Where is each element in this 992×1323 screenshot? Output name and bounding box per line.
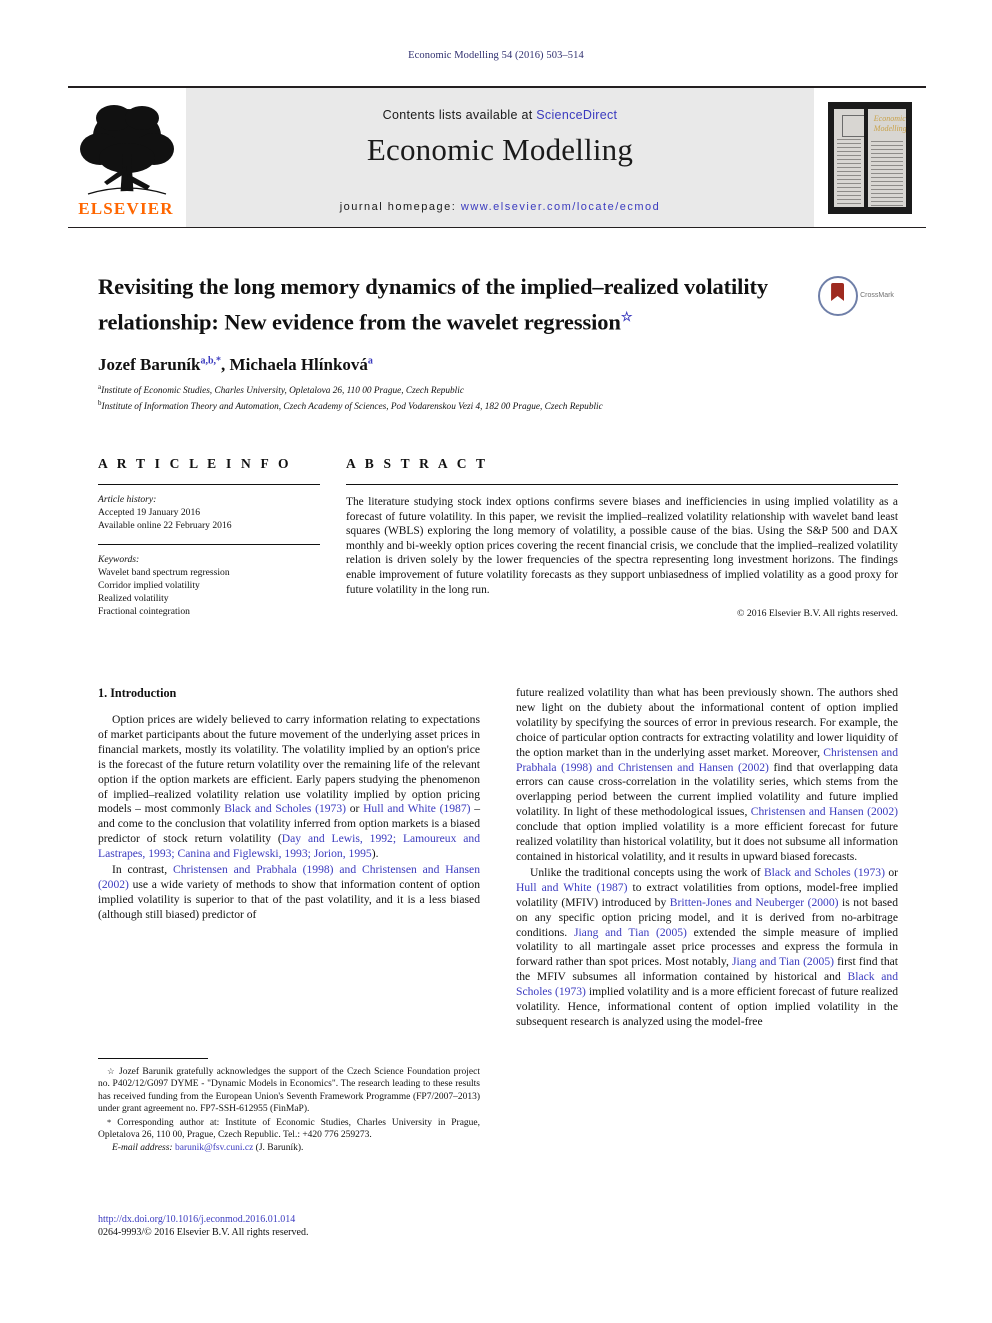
article-history-label: Article history: [98, 494, 157, 505]
affiliation-a: aInstitute of Economic Studies, Charles … [98, 381, 838, 398]
running-head: Economic Modelling 54 (2016) 503–514 [408, 50, 584, 61]
elsevier-logo-block: ELSEVIER [68, 88, 186, 227]
title-block: Revisiting the long memory dynamics of t… [98, 272, 894, 414]
keyword-item: Realized volatility [98, 593, 169, 604]
homepage-label: journal homepage: [339, 201, 457, 213]
citation-link[interactable]: Black and Scholes (1973) [764, 866, 885, 879]
elsevier-wordmark: ELSEVIER [78, 199, 174, 218]
paragraph-text: or [346, 802, 364, 816]
crossmark-badge-group[interactable]: CrossMark [817, 276, 895, 320]
body-column-left: 1. Introduction Option prices are widely… [98, 686, 480, 924]
sciencedirect-link[interactable]: ScienceDirect [536, 108, 617, 122]
cover-elsevier-mark-icon [842, 114, 864, 137]
citation-link[interactable]: Hull and White (1987) [516, 881, 627, 894]
footnote-acknowledgement-text: Jozef Barunik gratefully acknowledges th… [98, 1067, 481, 1115]
article-info-heading: A R T I C L E I N F O [98, 456, 292, 471]
email-label: E-mail address: [112, 1143, 173, 1154]
journal-cover-thumbnail: Economic Modelling [828, 101, 912, 214]
citation-link[interactable]: Jiang and Tian (2005) [574, 926, 687, 939]
paragraph-text: Unlike the traditional concepts using th… [530, 865, 764, 879]
article-history-item: Available online 22 February 2016 [98, 520, 232, 531]
page-footer: http://dx.doi.org/10.1016/j.econmod.2016… [98, 1213, 598, 1239]
journal-title: Economic Modelling [366, 132, 634, 167]
title-footnote-star-icon[interactable]: ☆ [621, 309, 633, 324]
issn-copyright-line: 0264-9993/© 2016 Elsevier B.V. All right… [98, 1227, 309, 1238]
contents-available-line: Contents lists available at ScienceDirec… [186, 108, 814, 122]
citation-link[interactable]: Hull and White (1987) [363, 802, 470, 815]
citation-link[interactable]: Jiang and Tian (2005) [732, 955, 834, 968]
citation-link[interactable]: Britten-Jones and Neuberger (2000) [670, 896, 839, 909]
footnote-corresponding-author: * Corresponding author at: Institute of … [98, 1116, 480, 1142]
affiliation-a-text: Institute of Economic Studies, Charles U… [101, 385, 464, 396]
abstract-column: A B S T R A C T The literature studying … [346, 456, 898, 619]
footnote-asterisk-icon: * [107, 1116, 112, 1127]
keywords-rule [98, 544, 320, 545]
doi-link[interactable]: http://dx.doi.org/10.1016/j.econmod.2016… [98, 1213, 598, 1226]
section-heading-introduction: 1. Introduction [98, 686, 177, 700]
cover-right-column: Economic Modelling [867, 108, 906, 207]
body-paragraph: Unlike the traditional concepts using th… [516, 866, 898, 1030]
email-link[interactable]: barunik@fsv.cuni.cz [175, 1143, 253, 1153]
article-info-column: A R T I C L E I N F O Article history: A… [98, 456, 320, 618]
cover-left-lines [837, 138, 861, 207]
cover-toc-lines [870, 140, 903, 207]
author-1-affil-marks: a,b,* [200, 354, 222, 366]
abstract-text: The literature studying stock index opti… [346, 496, 898, 596]
keyword-item: Wavelet band spectrum regression [98, 567, 230, 578]
author-name-1: Jozef Baruník [98, 354, 201, 374]
cover-title-line2: Modelling [873, 123, 906, 133]
page-title: Revisiting the long memory dynamics of t… [98, 272, 838, 338]
paragraph-text: ). [371, 847, 379, 861]
abstract-rule [346, 484, 898, 485]
affiliation-b-text: Institute of Information Theory and Auto… [101, 402, 603, 413]
keywords-label: Keywords: [98, 554, 140, 565]
footnote-star-icon: ☆ [107, 1066, 116, 1076]
body-column-right: future realized volatility than what has… [516, 686, 898, 1031]
paragraph-text: In contrast, [112, 863, 173, 877]
journal-homepage-line: journal homepage: www.elsevier.com/locat… [186, 201, 814, 213]
masthead-center: Contents lists available at ScienceDirec… [186, 88, 814, 227]
body-paragraph: Option prices are widely believed to car… [98, 713, 480, 862]
crossmark-label: CrossMark [860, 292, 894, 299]
journal-masthead: ELSEVIER Contents lists available at Sci… [68, 86, 926, 228]
body-paragraph: In contrast, Christensen and Prabhala (1… [98, 863, 480, 923]
affiliation-b: bInstitute of Information Theory and Aut… [98, 397, 838, 414]
article-info-rule [98, 484, 320, 485]
abstract-heading: A B S T R A C T [346, 456, 489, 471]
paragraph-text: conclude that option implied volatility … [516, 820, 898, 863]
paragraph-text: or [884, 865, 899, 879]
paper-title-text: Revisiting the long memory dynamics of t… [98, 274, 769, 335]
author-name-2: Michaela Hlínková [229, 354, 368, 374]
author-2-affil-marks: a [367, 354, 373, 366]
homepage-url-link[interactable]: www.elsevier.com/locate/ecmod [461, 201, 660, 213]
citation-link[interactable]: Christensen and Hansen (2002) [751, 805, 898, 818]
abstract-copyright: © 2016 Elsevier B.V. All rights reserved… [737, 608, 898, 620]
keyword-item: Fractional cointegration [98, 606, 190, 617]
contents-prefix: Contents lists available at [382, 108, 533, 122]
cover-left-column [834, 108, 864, 207]
footnote-rule [98, 1058, 208, 1059]
citation-link[interactable]: Black and Scholes (1973) [224, 802, 346, 815]
keyword-item: Corridor implied volatility [98, 580, 200, 591]
cover-title: Economic Modelling [874, 114, 906, 140]
journal-cover-block: Economic Modelling [814, 88, 926, 227]
crossmark-icon [818, 276, 859, 316]
keywords-block: Keywords: Wavelet band spectrum regressi… [98, 553, 320, 618]
body-paragraph: future realized volatility than what has… [516, 686, 898, 865]
article-history-item: Accepted 19 January 2016 [98, 507, 201, 518]
author-list: Jozef Baruníka,b,*, Michaela Hlínkováa [98, 354, 373, 374]
footnote-acknowledgement: ☆ Jozef Barunik gratefully acknowledges … [98, 1065, 480, 1116]
footnote-corresponding-text: Corresponding author at: Institute of Ec… [98, 1117, 481, 1141]
footnotes-block: ☆ Jozef Barunik gratefully acknowledges … [98, 1058, 480, 1155]
paragraph-text: Option prices are widely believed to car… [98, 713, 480, 816]
paper-page: Economic Modelling 54 (2016) 503–514 ELS… [0, 0, 992, 1323]
email-suffix: (J. Baruník). [255, 1143, 304, 1154]
cover-title-line1: Economic [873, 113, 906, 123]
paragraph-text: use a wide variety of methods to show th… [98, 877, 480, 921]
footnote-email-line: E-mail address: barunik@fsv.cuni.cz (J. … [98, 1142, 480, 1154]
